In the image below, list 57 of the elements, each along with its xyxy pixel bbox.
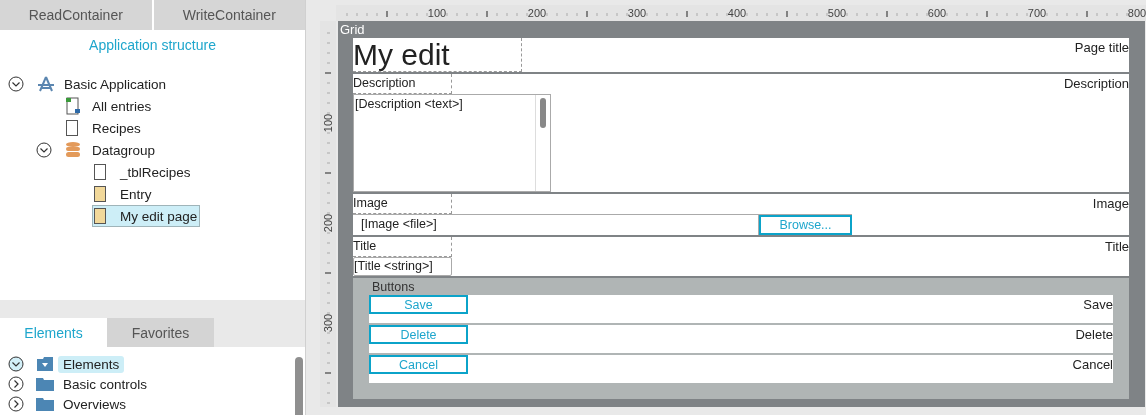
row-caption: Title xyxy=(1104,238,1129,254)
page-icon xyxy=(93,185,107,203)
collapse-toggle[interactable] xyxy=(8,76,24,92)
tree-item[interactable]: _tblRecipes xyxy=(92,161,194,183)
tree-item[interactable]: Recipes xyxy=(64,117,144,139)
ruler-label: 100 xyxy=(427,7,447,19)
row-caption: Delete xyxy=(1075,326,1113,342)
tree-item[interactable]: Basic Application xyxy=(36,73,170,95)
expand-toggle[interactable] xyxy=(8,376,24,392)
text-area[interactable]: [Description <text>] xyxy=(353,94,551,192)
expand-toggle[interactable] xyxy=(8,396,24,412)
folder-icon xyxy=(36,397,54,411)
text-field[interactable]: [Title <string>] xyxy=(353,257,452,276)
collapse-toggle[interactable] xyxy=(36,142,52,158)
ruler-label: 200 xyxy=(322,213,334,233)
tree-item[interactable]: Basic controls xyxy=(58,375,153,393)
tree-item[interactable]: Entry xyxy=(92,183,155,205)
scrollbar[interactable] xyxy=(540,98,546,128)
ruler-label: 800 xyxy=(1127,7,1146,19)
ruler-label: 500 xyxy=(827,7,847,19)
grid-title: Grid xyxy=(340,21,366,38)
tab[interactable]: ReadContainer xyxy=(0,0,152,30)
page-icon xyxy=(93,163,107,181)
ruler-label: 100 xyxy=(322,113,334,133)
row-caption: Description xyxy=(1063,75,1129,91)
ruler-label: 400 xyxy=(727,7,747,19)
tab[interactable]: Favorites xyxy=(107,318,214,347)
page-icon xyxy=(93,207,107,225)
group-title: Buttons xyxy=(371,279,416,295)
ruler-label: 300 xyxy=(627,7,647,19)
page-link-icon xyxy=(65,97,81,115)
folder-icon xyxy=(36,377,54,391)
tab[interactable]: WriteContainer xyxy=(153,0,305,30)
folder-download-icon xyxy=(36,356,54,372)
tree-item[interactable]: My edit page xyxy=(92,205,201,227)
panel-heading: Application structure xyxy=(88,37,217,53)
tree-item[interactable]: Overviews xyxy=(58,395,131,413)
ruler-label: 700 xyxy=(1027,7,1047,19)
compass-icon xyxy=(37,76,55,92)
tree-item[interactable]: Elements xyxy=(58,355,125,373)
scrollbar[interactable] xyxy=(295,357,303,415)
tree-item[interactable]: Datagroup xyxy=(64,139,159,161)
ruler-label: 600 xyxy=(927,7,947,19)
field-label: Image xyxy=(353,194,452,214)
row-caption: Save xyxy=(1083,296,1113,312)
page-icon xyxy=(65,119,79,137)
row-caption: Page title xyxy=(1074,39,1129,55)
field-label: Description xyxy=(353,74,452,94)
page-heading: My edit xyxy=(353,38,522,72)
row-caption: Cancel xyxy=(1072,356,1113,372)
collapse-toggle[interactable] xyxy=(8,356,24,372)
database-icon xyxy=(65,141,81,159)
ruler-label: 200 xyxy=(527,7,547,19)
row-caption: Image xyxy=(1092,195,1129,211)
ruler-label: 300 xyxy=(322,313,334,333)
tree-item[interactable]: All entries xyxy=(64,95,155,117)
field-label: Title xyxy=(353,237,452,257)
